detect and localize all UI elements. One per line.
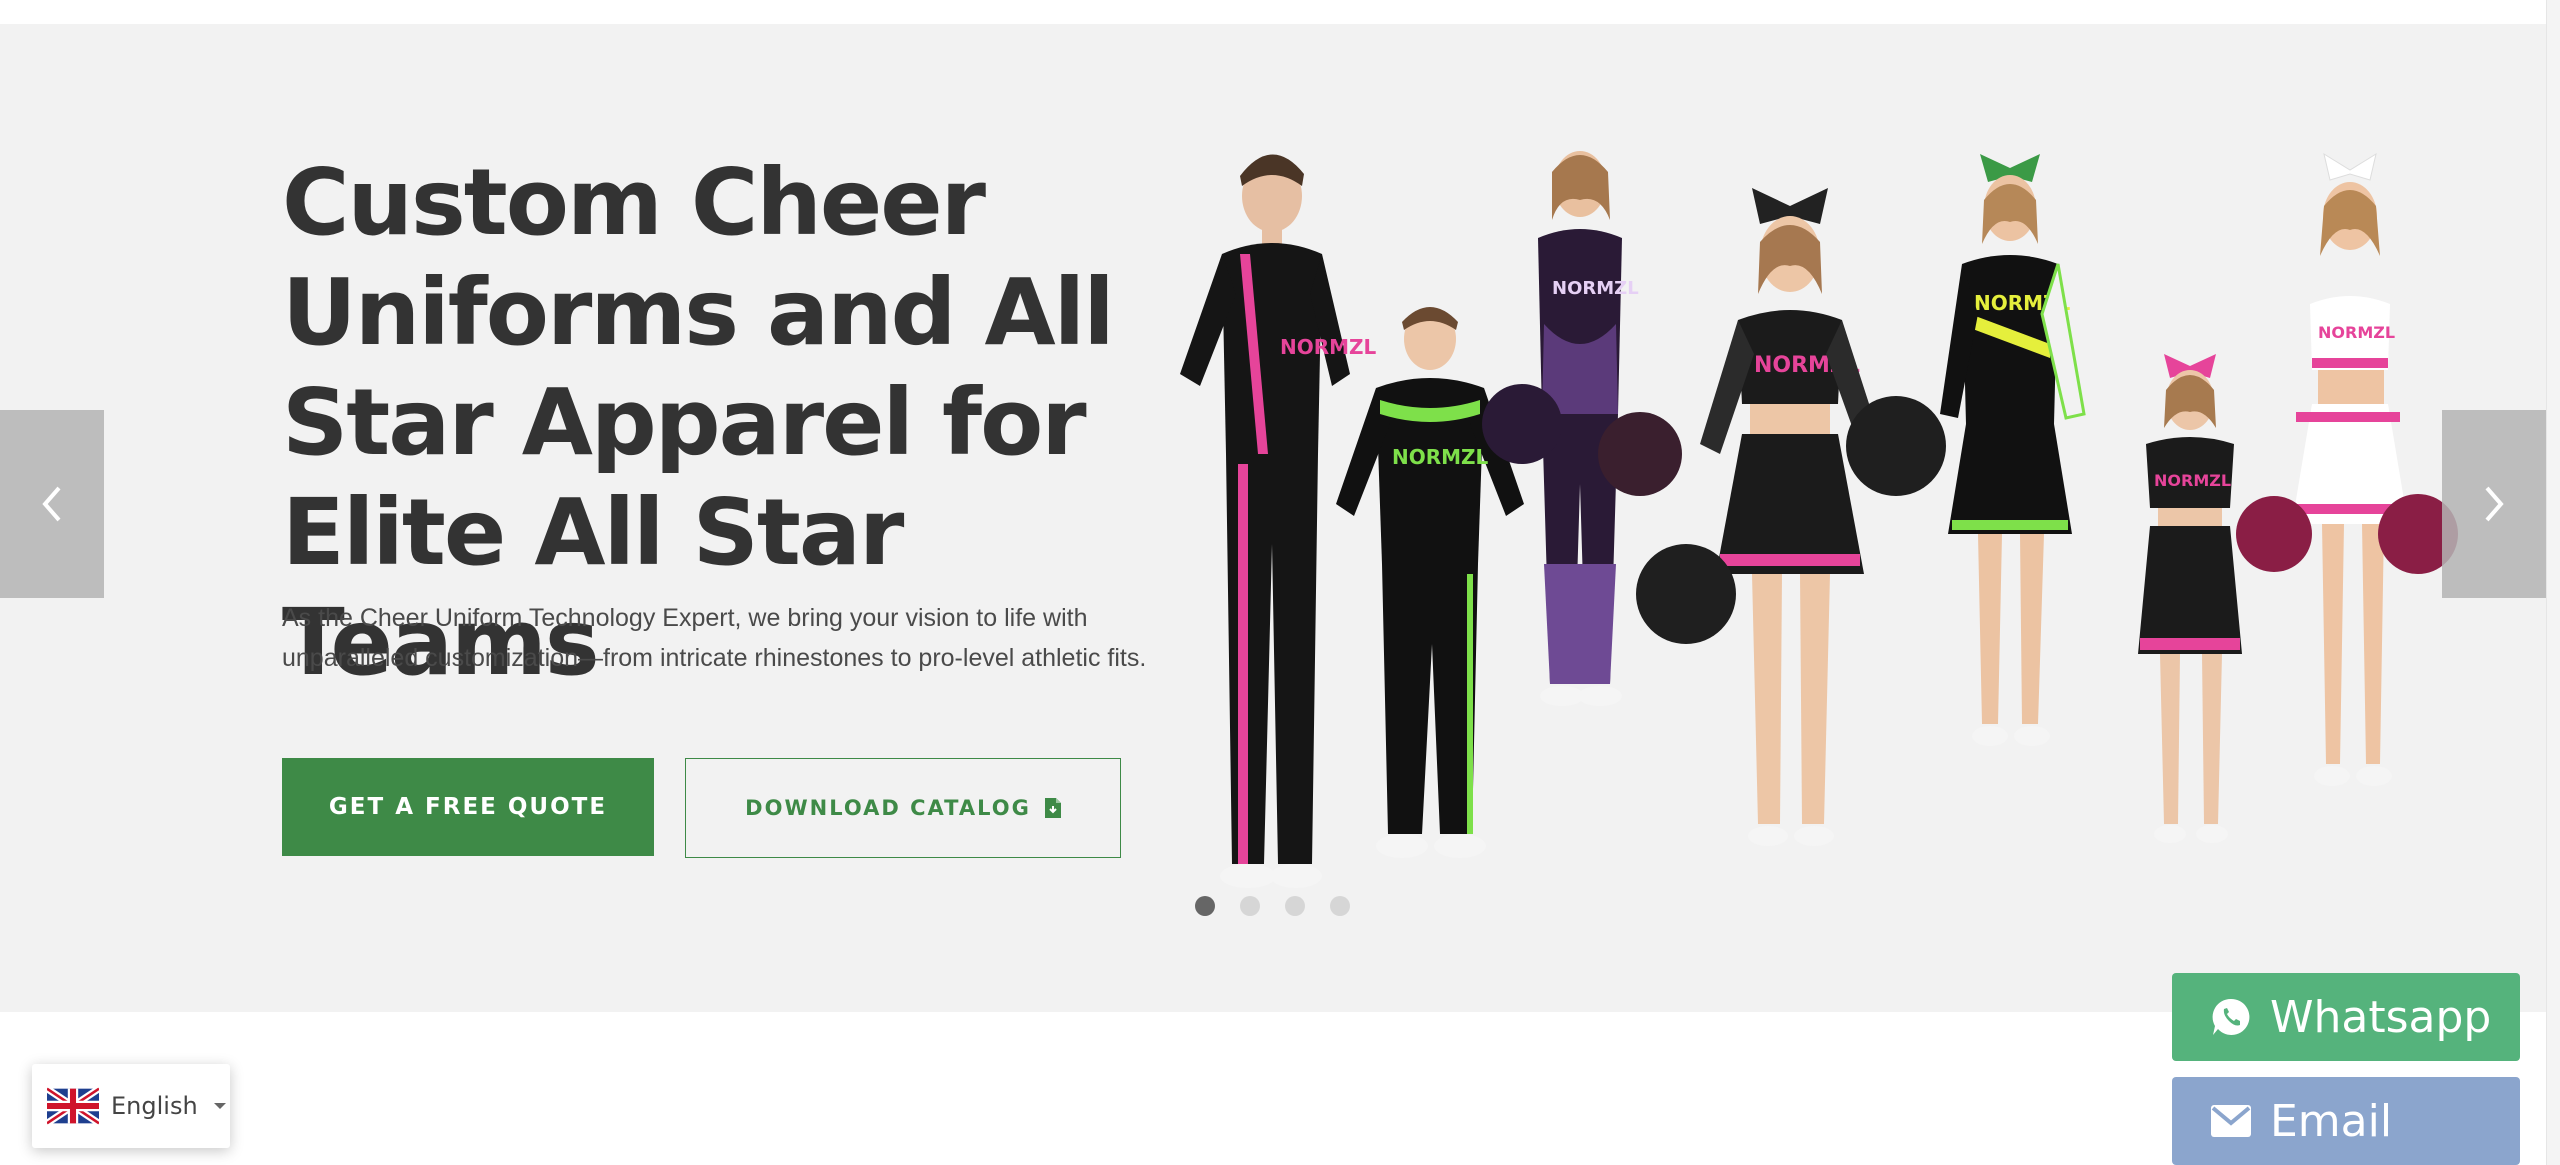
uniform-logo: NORMZL — [1280, 335, 1377, 359]
uniform-logo: NORMZL — [2318, 323, 2395, 342]
slider-dot-2[interactable] — [1240, 896, 1260, 916]
slider-dots — [1195, 896, 1350, 916]
email-label: Email — [2270, 1095, 2393, 1147]
slider-dot-4[interactable] — [1330, 896, 1350, 916]
uk-flag-icon — [47, 1086, 99, 1126]
athlete-girl-white-pink: NORMZL — [2236, 152, 2458, 786]
page: Custom Cheer Uniforms and All Star Appar… — [0, 0, 2560, 1165]
page-scrollbar[interactable] — [2546, 0, 2560, 1165]
athlete-girl-rhinestone: NORMZL — [1636, 188, 1946, 846]
download-catalog-button[interactable]: DOWNLOAD CATALOG — [685, 758, 1121, 858]
envelope-icon — [2211, 1105, 2251, 1137]
hero-description: As the Cheer Uniform Technology Expert, … — [282, 604, 1147, 672]
athlete-boy: NORMZL — [1336, 307, 1524, 858]
slider-dot-3[interactable] — [1285, 896, 1305, 916]
get-free-quote-button[interactable]: GET A FREE QUOTE — [282, 758, 654, 856]
athlete-male-adult: NORMZL — [1180, 154, 1377, 888]
athlete-girl-small: NORMZL — [2138, 354, 2242, 843]
download-catalog-label: DOWNLOAD CATALOG — [745, 796, 1031, 820]
uniform-logo: NORMZL — [1552, 278, 1639, 299]
whatsapp-icon — [2212, 998, 2250, 1035]
slider-prev-button[interactable] — [0, 410, 104, 598]
whatsapp-label: Whatsapp — [2270, 991, 2492, 1043]
slider-dot-1[interactable] — [1195, 896, 1215, 916]
athlete-girl-lime: NORMZL — [1940, 154, 2086, 746]
whatsapp-button[interactable]: Whatsapp — [2172, 973, 2520, 1061]
cheer-team-photo: NORMZL NORMZL NORMZL NORMZL NORMZL NORMZ… — [1180, 151, 2458, 888]
email-button[interactable]: Email — [2172, 1077, 2520, 1165]
chevron-right-icon — [2485, 486, 2504, 522]
language-label: English — [111, 1092, 198, 1120]
hero-slider: Custom Cheer Uniforms and All Star Appar… — [0, 24, 2546, 1012]
language-selector[interactable]: English — [32, 1064, 230, 1148]
chevron-left-icon — [42, 486, 61, 522]
uniform-logo: NORMZL — [1392, 445, 1489, 469]
slider-next-button[interactable] — [2442, 410, 2546, 598]
uniform-logo: NORMZL — [2154, 471, 2231, 490]
document-download-icon — [1044, 798, 1061, 818]
caret-down-icon — [213, 1103, 226, 1109]
get-free-quote-label: GET A FREE QUOTE — [328, 794, 608, 820]
